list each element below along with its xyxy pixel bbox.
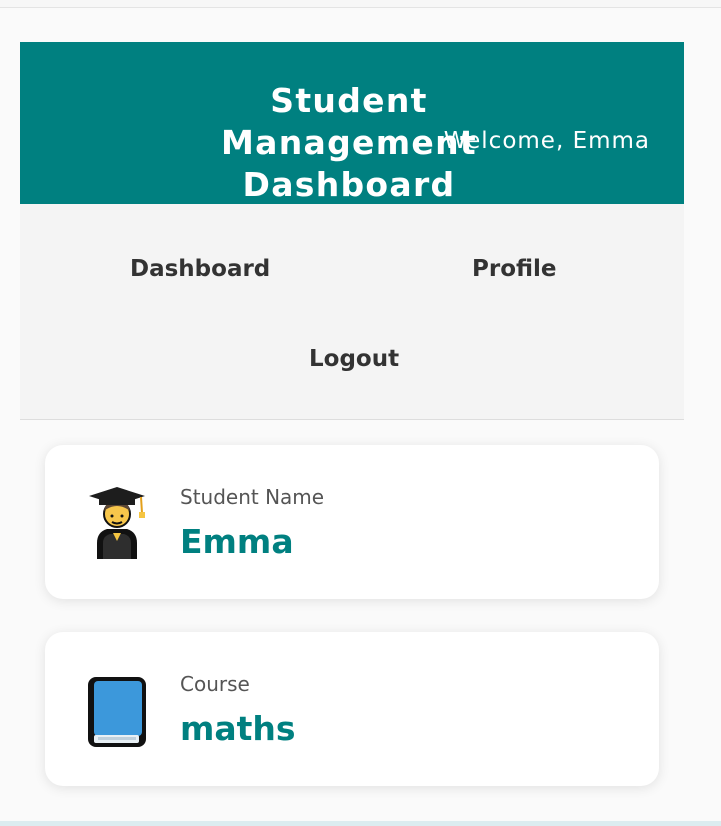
bottom-edge: [0, 821, 721, 826]
welcome-message: Welcome, Emma: [443, 128, 650, 154]
nav-logout-link[interactable]: Logout: [309, 346, 399, 372]
book-icon: [88, 677, 146, 747]
course-value: maths: [180, 709, 296, 748]
student-name-value: Emma: [180, 522, 294, 561]
student-name-card: Student Name Emma: [45, 445, 659, 599]
dashboard-app: Student Management Dashboard Welcome, Em…: [20, 42, 684, 420]
graduate-icon: [89, 487, 145, 559]
nav-dashboard-link[interactable]: Dashboard: [130, 256, 270, 282]
nav-profile-link[interactable]: Profile: [472, 256, 557, 282]
student-name-label: Student Name: [180, 485, 325, 509]
browser-top-border: [0, 0, 721, 8]
course-label: Course: [180, 672, 250, 696]
main-navigation: Dashboard Profile Logout: [20, 204, 684, 420]
dashboard-header: Student Management Dashboard Welcome, Em…: [20, 42, 684, 204]
course-card: Course maths: [45, 632, 659, 786]
